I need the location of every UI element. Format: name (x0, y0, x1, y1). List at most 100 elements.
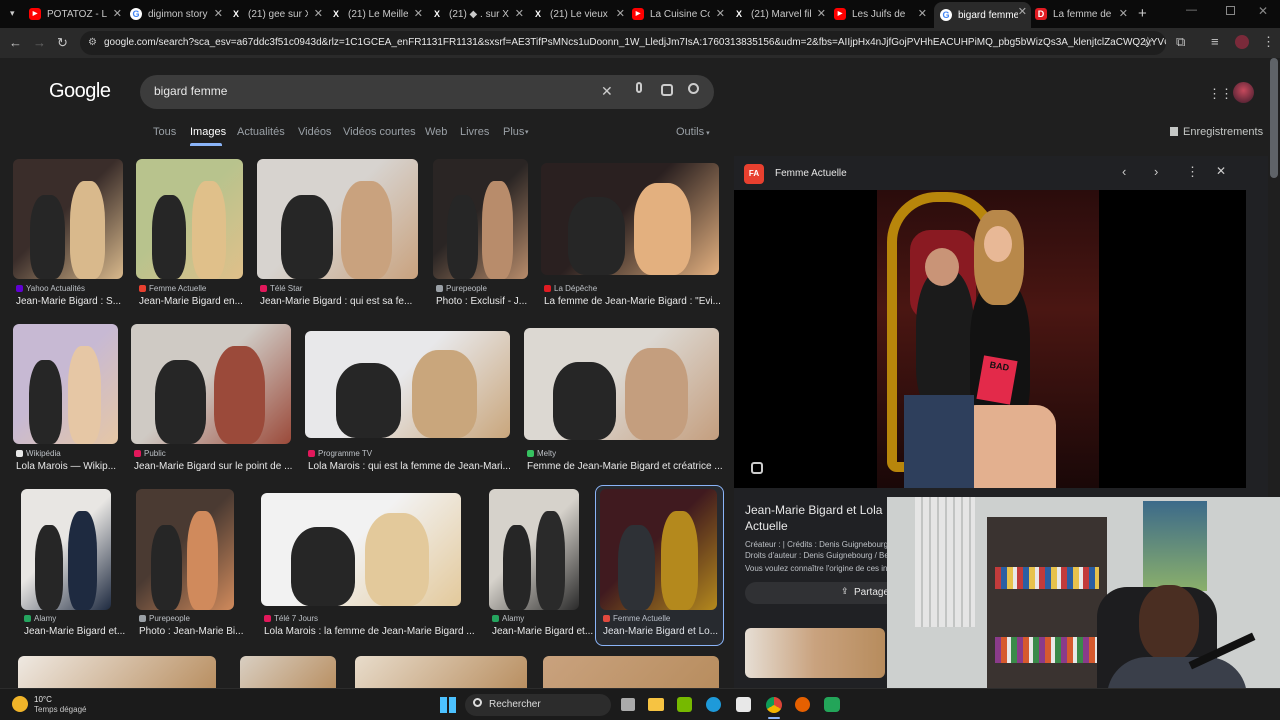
nav-tab[interactable]: Web (425, 126, 447, 138)
file-explorer-icon[interactable] (648, 698, 664, 711)
result-caption[interactable]: Jean-Marie Bigard : S... (16, 296, 138, 307)
result-thumbnail[interactable] (13, 159, 123, 279)
minimize-icon[interactable]: — (1186, 4, 1197, 16)
browser-tab[interactable]: ▶ La Cuisine Con ✕ (632, 4, 729, 24)
lens-search-icon[interactable] (661, 84, 673, 96)
google-logo[interactable]: Google (49, 80, 111, 103)
site-info-icon[interactable]: ⚙ (88, 31, 97, 55)
tab-close-icon[interactable]: ✕ (1018, 5, 1027, 18)
new-tab-button[interactable]: + (1138, 5, 1147, 22)
browser-tab[interactable]: X (21) Le Meilleur ✕ (330, 4, 427, 24)
panel-source-name[interactable]: Femme Actuelle (775, 168, 847, 179)
nav-tab[interactable]: Images (190, 126, 226, 138)
back-icon[interactable]: ← (9, 36, 22, 50)
lens-image-icon[interactable] (751, 462, 763, 474)
result-source[interactable]: Yahoo Actualités (16, 284, 136, 293)
more-options-icon[interactable]: ⋮ (1186, 164, 1199, 180)
browser-tab[interactable]: D La femme de J ✕ (1035, 4, 1132, 24)
result-thumbnail[interactable] (240, 656, 336, 688)
result-source[interactable]: Melty (527, 449, 732, 458)
tab-close-icon[interactable]: ✕ (314, 7, 323, 20)
search-box[interactable]: bigard femme ✕ (140, 75, 714, 109)
result-source[interactable]: La Dépêche (544, 284, 732, 293)
weather-status[interactable]: Temps dégagé (34, 705, 86, 714)
result-caption[interactable]: Jean-Marie Bigard et... (24, 626, 126, 637)
browser-tab[interactable]: X (21) Marvel fib ✕ (733, 4, 830, 24)
discord-icon[interactable] (824, 697, 840, 712)
browser-tab[interactable]: ▶ Les Juifs de ✕ (834, 4, 931, 24)
saved-button[interactable]: Enregistrements (1170, 126, 1263, 138)
result-caption[interactable]: Jean-Marie Bigard : qui est sa fe... (260, 296, 433, 307)
result-thumbnail[interactable] (305, 331, 510, 438)
nav-tab[interactable]: Plus (503, 126, 524, 138)
reading-list-icon[interactable]: ≡ (1211, 35, 1219, 49)
result-caption[interactable]: Lola Marois : la femme de Jean-Marie Big… (264, 626, 476, 637)
browser-tab[interactable]: Gdigimon story ✕ (130, 4, 227, 24)
result-caption[interactable]: La femme de Jean-Marie Bigard : "Evi... (544, 296, 734, 307)
search-input[interactable]: bigard femme (154, 84, 227, 98)
result-caption[interactable]: Femme de Jean-Marie Bigard et créatrice … (527, 461, 734, 472)
tab-close-icon[interactable]: ✕ (918, 7, 927, 20)
edge-icon[interactable] (706, 697, 721, 712)
tab-close-icon[interactable]: ✕ (716, 7, 725, 20)
prev-image-icon[interactable]: ‹ (1122, 164, 1126, 179)
result-caption[interactable]: Photo : Jean-Marie Bi... (139, 626, 249, 637)
browser-tab[interactable]: X (21) Le vieux Ki ✕ (532, 4, 629, 24)
result-thumbnail[interactable] (489, 489, 579, 610)
result-source[interactable]: Programme TV (308, 449, 523, 458)
result-source[interactable]: Alamy (492, 614, 592, 623)
result-thumbnail[interactable] (257, 159, 418, 279)
tab-close-icon[interactable]: ✕ (414, 7, 423, 20)
voice-search-icon[interactable] (636, 82, 642, 93)
result-thumbnail[interactable] (261, 493, 461, 606)
firefox-icon[interactable] (795, 697, 810, 712)
result-source[interactable]: Wikipédia (16, 449, 131, 458)
profile-avatar[interactable] (1235, 35, 1249, 49)
result-thumbnail[interactable] (136, 159, 243, 279)
close-window-icon[interactable]: ✕ (1258, 4, 1268, 18)
browser-tab[interactable]: ▶ POTATOZ - LIVE ✕ (29, 4, 126, 24)
browser-tab[interactable]: X (21) ◆ . sur X : ✕ (431, 4, 528, 24)
related-image[interactable] (745, 628, 885, 678)
result-caption[interactable]: Jean-Marie Bigard sur le point de ... (134, 461, 306, 472)
reload-icon[interactable]: ↻ (57, 36, 68, 50)
task-view-icon[interactable] (621, 698, 635, 711)
browser-tab[interactable]: Gbigard femme ✕ (934, 2, 1031, 28)
result-thumbnail[interactable] (131, 324, 291, 444)
result-caption[interactable]: Lola Marois : qui est la femme de Jean-M… (308, 461, 518, 472)
extensions-icon[interactable]: ⧉ (1176, 35, 1185, 49)
tab-close-icon[interactable]: ✕ (515, 7, 524, 20)
nav-tab[interactable]: Livres (460, 126, 489, 138)
result-caption[interactable]: Photo : Exclusif - J... (436, 296, 543, 307)
result-thumbnail[interactable] (18, 656, 216, 688)
result-thumbnail[interactable] (355, 656, 527, 688)
result-source[interactable]: Purepeople (436, 284, 541, 293)
account-avatar[interactable] (1233, 82, 1254, 103)
tab-close-icon[interactable]: ✕ (1119, 7, 1128, 20)
result-source[interactable]: Public (134, 449, 304, 458)
forward-icon[interactable]: → (33, 36, 46, 50)
close-panel-icon[interactable]: ✕ (1216, 164, 1226, 178)
tab-close-icon[interactable]: ✕ (214, 7, 223, 20)
tab-list-icon[interactable]: ▾ (10, 8, 15, 19)
share-button[interactable]: ⇪ Partage (745, 582, 905, 604)
result-source[interactable]: Télé 7 Jours (264, 614, 474, 623)
weather-temp[interactable]: 10°C (34, 695, 52, 704)
panel-title-line2[interactable]: Actuelle (745, 519, 788, 533)
result-source[interactable]: Télé Star (260, 284, 431, 293)
tab-close-icon[interactable]: ✕ (817, 7, 826, 20)
result-caption[interactable]: Jean-Marie Bigard en... (139, 296, 258, 307)
result-thumbnail[interactable] (13, 324, 118, 444)
nvidia-icon[interactable] (677, 697, 692, 712)
result-caption[interactable]: Lola Marois — Wikip... (16, 461, 133, 472)
result-thumbnail[interactable] (433, 159, 528, 279)
nav-tab[interactable]: Vidéos courtes (343, 126, 416, 138)
result-thumbnail[interactable] (541, 163, 719, 275)
nav-tab[interactable]: Tous (153, 126, 176, 138)
clear-search-icon[interactable]: ✕ (601, 83, 613, 100)
nav-tab[interactable]: Vidéos (298, 126, 331, 138)
chrome-icon[interactable] (766, 697, 782, 713)
result-thumbnail[interactable] (524, 328, 719, 440)
result-source[interactable]: Alamy (24, 614, 124, 623)
tab-close-icon[interactable]: ✕ (113, 7, 122, 20)
